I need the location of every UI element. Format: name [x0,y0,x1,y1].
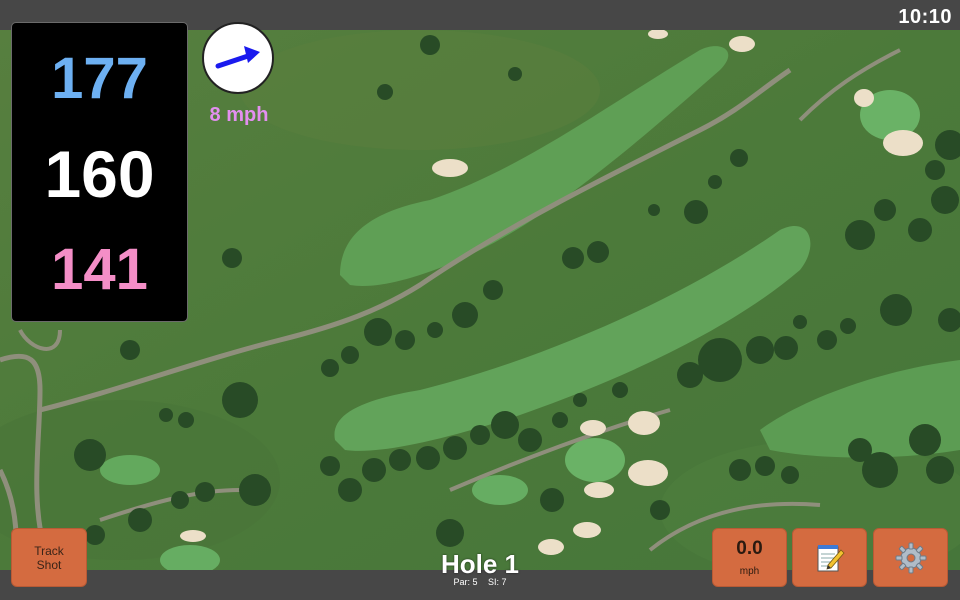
arrow-northeast-icon [215,46,260,69]
notes-button[interactable] [792,528,867,587]
distance-panel: 177 160 141 [11,22,188,322]
bunker [432,159,468,177]
putting-green [565,438,625,482]
gear-icon [895,542,926,573]
distance-middle-of-green: 160 [44,137,155,211]
bunker [180,530,206,542]
hole-title: Hole 1 [440,549,520,579]
bunker [580,420,606,436]
bunker [883,130,923,156]
bunker [573,522,601,538]
bunker [584,482,614,498]
bunker [729,36,755,52]
distance-back-of-green: 177 [51,46,148,111]
hole-stroke-index: SI: 7 [488,577,507,587]
wind-direction-indicator[interactable] [202,22,274,94]
track-shot-button[interactable]: Track Shot [11,528,87,587]
wind-speed-label: 8 mph [209,104,269,126]
wind-speed-button[interactable]: 0.0 mph [712,528,787,587]
settings-button[interactable] [873,528,948,587]
bunker [854,89,874,107]
hole-par: Par: 5 [453,577,478,587]
rough-patch [240,30,600,150]
bunker [628,460,668,486]
track-shot-label: Track Shot [34,543,64,572]
hole-info: Par: 5 SI: 7 [380,577,580,587]
clock: 10:10 [898,6,952,28]
notepad-pencil-icon [817,544,845,571]
putting-green [472,475,528,505]
putting-green [100,455,160,485]
bunker [628,411,660,435]
wind-speed-value: 0.0 [736,538,763,559]
wind-speed-unit: mph [739,566,760,577]
distance-front-of-green: 141 [51,237,148,302]
